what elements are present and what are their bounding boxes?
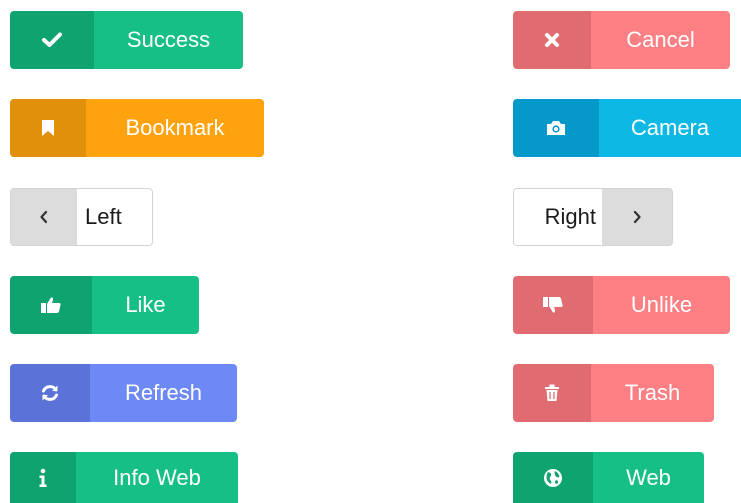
- like-label: Like: [92, 276, 199, 334]
- right-button[interactable]: Right: [513, 188, 673, 246]
- globe-icon: [513, 452, 593, 503]
- info-web-label: Info Web: [76, 452, 238, 503]
- unlike-button[interactable]: Unlike: [513, 276, 730, 334]
- bookmark-label: Bookmark: [86, 99, 264, 157]
- right-label: Right: [544, 204, 596, 229]
- info-icon: [10, 452, 76, 503]
- check-icon: [10, 11, 94, 69]
- left-button[interactable]: Left: [10, 188, 153, 246]
- camera-icon: [513, 99, 599, 157]
- left-label: Left: [85, 204, 122, 229]
- refresh-icon: [10, 364, 90, 422]
- like-button[interactable]: Like: [10, 276, 199, 334]
- success-label: Success: [94, 11, 243, 69]
- chevron-right-icon: [602, 189, 672, 245]
- chevron-left-icon: [11, 189, 77, 245]
- success-button[interactable]: Success: [10, 11, 243, 69]
- camera-label: Camera: [599, 99, 741, 157]
- close-icon: [513, 11, 591, 69]
- web-button[interactable]: Web: [513, 452, 704, 503]
- unlike-label: Unlike: [593, 276, 730, 334]
- trash-button[interactable]: Trash: [513, 364, 714, 422]
- refresh-button[interactable]: Refresh: [10, 364, 237, 422]
- refresh-label: Refresh: [90, 364, 237, 422]
- thumbs-down-icon: [513, 276, 593, 334]
- web-label: Web: [593, 452, 704, 503]
- bookmark-icon: [10, 99, 86, 157]
- cancel-button[interactable]: Cancel: [513, 11, 730, 69]
- thumbs-up-icon: [10, 276, 92, 334]
- bookmark-button[interactable]: Bookmark: [10, 99, 264, 157]
- cancel-label: Cancel: [591, 11, 730, 69]
- info-web-button[interactable]: Info Web: [10, 452, 238, 503]
- trash-label: Trash: [591, 364, 714, 422]
- camera-button[interactable]: Camera: [513, 99, 741, 157]
- trash-icon: [513, 364, 591, 422]
